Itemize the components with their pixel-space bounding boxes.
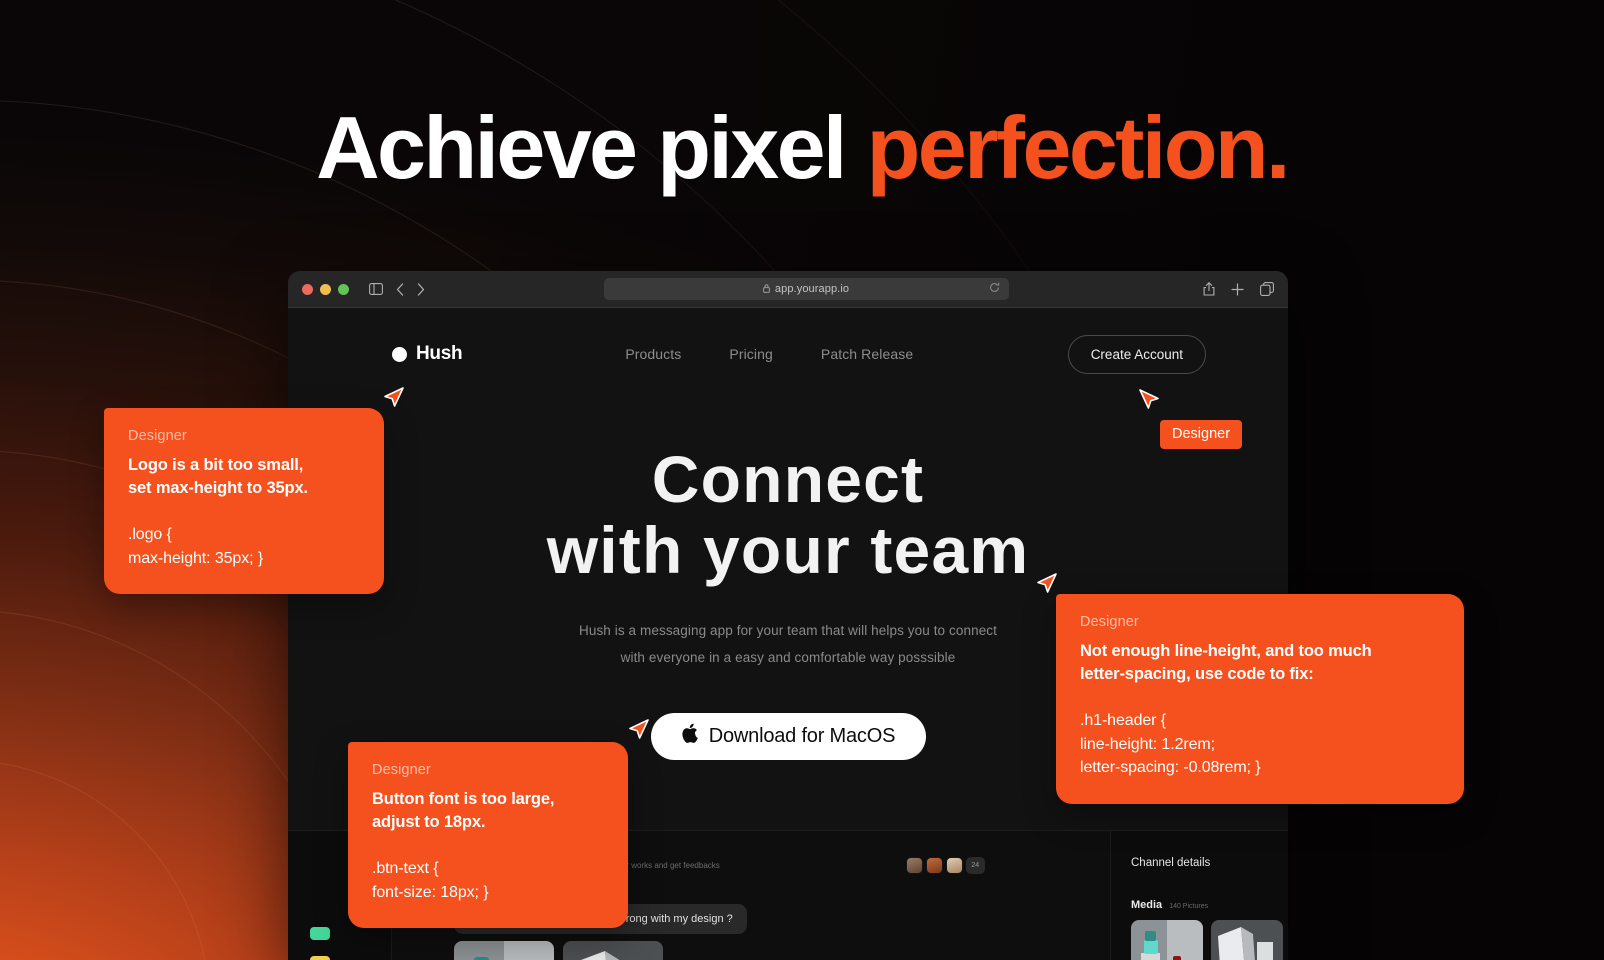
designer-cursor-icon [381,384,407,415]
hero-subtitle-line1: Hush is a messaging app for your team th… [578,622,997,638]
message-attachments [454,941,1110,960]
address-bar[interactable]: app.yourapp.io [603,278,1009,300]
avatar [925,857,943,874]
nav-link-patch-release[interactable]: Patch Release [821,346,913,362]
designer-cursor-icon [1136,386,1162,417]
member-avatars[interactable]: 24 [905,857,985,874]
nav-link-products[interactable]: Products [625,346,681,362]
designer-cursor-badge: Designer [1160,420,1243,449]
apple-logo-icon [681,723,698,747]
annotation-code: .h1-header {line-height: 1.2rem; letter-s… [1080,711,1261,777]
nav-links: Products Pricing Patch Release [625,346,913,362]
hero-title-line2: with your team [546,513,1030,588]
attachment-thumbnail[interactable] [454,941,554,960]
annotation-code: .btn-text {font-size: 18px; } [372,859,489,901]
download-button-label: Download for MacOS [708,724,896,747]
member-count-badge: 24 [965,857,985,874]
nav-link-pricing[interactable]: Pricing [729,346,773,362]
reload-icon[interactable] [989,282,1000,296]
media-thumbnail[interactable] [1211,920,1283,960]
site-logo[interactable]: Hush [392,343,463,365]
zoom-window-icon[interactable] [338,283,349,295]
media-section-header: Media 140 Pictures [1131,899,1288,911]
page-headline: Achieve pixel perfection. [0,104,1604,192]
channel-details-panel: Channel details Media 140 Pictures [1110,831,1288,960]
settings-icon [310,956,330,960]
minimize-window-icon[interactable] [320,283,331,295]
members-icon [310,927,330,940]
browser-chrome: app.yourapp.io [288,271,1288,308]
create-account-button[interactable]: Create Account [1067,334,1206,374]
annotation-callout-button[interactable]: Designer Button font is too large, adjust… [348,742,628,929]
annotation-role: Designer [128,428,187,444]
media-count: 140 Pictures [1169,903,1209,910]
lock-icon [763,283,770,295]
media-label: Media [1131,899,1163,911]
brand-name: Hush [416,343,463,364]
attachment-thumbnail[interactable] [563,941,663,960]
avatar [905,857,923,874]
sidebar-item-settings[interactable] [288,948,391,960]
media-thumbnail[interactable] [1131,920,1203,960]
logo-mark-icon [392,346,407,362]
designer-cursor-icon [1034,570,1060,601]
share-icon[interactable] [1203,282,1215,296]
headline-period: . [1266,98,1290,197]
page-stage: Achieve pixel perfection. app.yourapp.io… [0,0,1604,960]
annotation-callout-logo[interactable]: Designer Logo is a bit too small, set max… [104,408,384,595]
chevron-left-icon[interactable] [396,282,404,296]
avatar [945,857,963,874]
media-grid [1131,920,1288,960]
annotation-message: Button font is too large, adjust to 18px. [372,790,555,832]
headline-accent: perfection [866,98,1269,197]
traffic-lights[interactable] [302,283,349,295]
annotation-role: Designer [372,762,431,778]
annotation-message: Logo is a bit too small, set max-height t… [128,456,308,498]
sidebar-icon[interactable] [369,283,383,295]
hero-title: Connect with your team [288,442,1288,588]
annotation-role: Designer [1080,614,1139,630]
annotation-callout-h1[interactable]: Designer Not enough line-height, and too… [1056,594,1464,804]
tabs-icon[interactable] [1260,282,1274,296]
headline-white: Achieve pixel [316,98,867,197]
designer-cursor-icon [626,716,652,747]
hero-subtitle-line2: with everyone in a easy and comfortable … [620,649,956,665]
hero-title-line1: Connect [651,442,925,516]
plus-icon[interactable] [1231,282,1244,296]
close-window-icon[interactable] [302,283,313,295]
annotation-message: Not enough line-height, and too much lett… [1080,642,1372,684]
channel-details-title: Channel details [1131,857,1211,869]
url-text: app.yourapp.io [774,283,850,295]
annotation-code: .logo {max-height: 35px; } [128,525,264,567]
chevron-right-icon[interactable] [417,282,425,296]
download-macos-button[interactable]: Download for MacOS [650,712,926,760]
